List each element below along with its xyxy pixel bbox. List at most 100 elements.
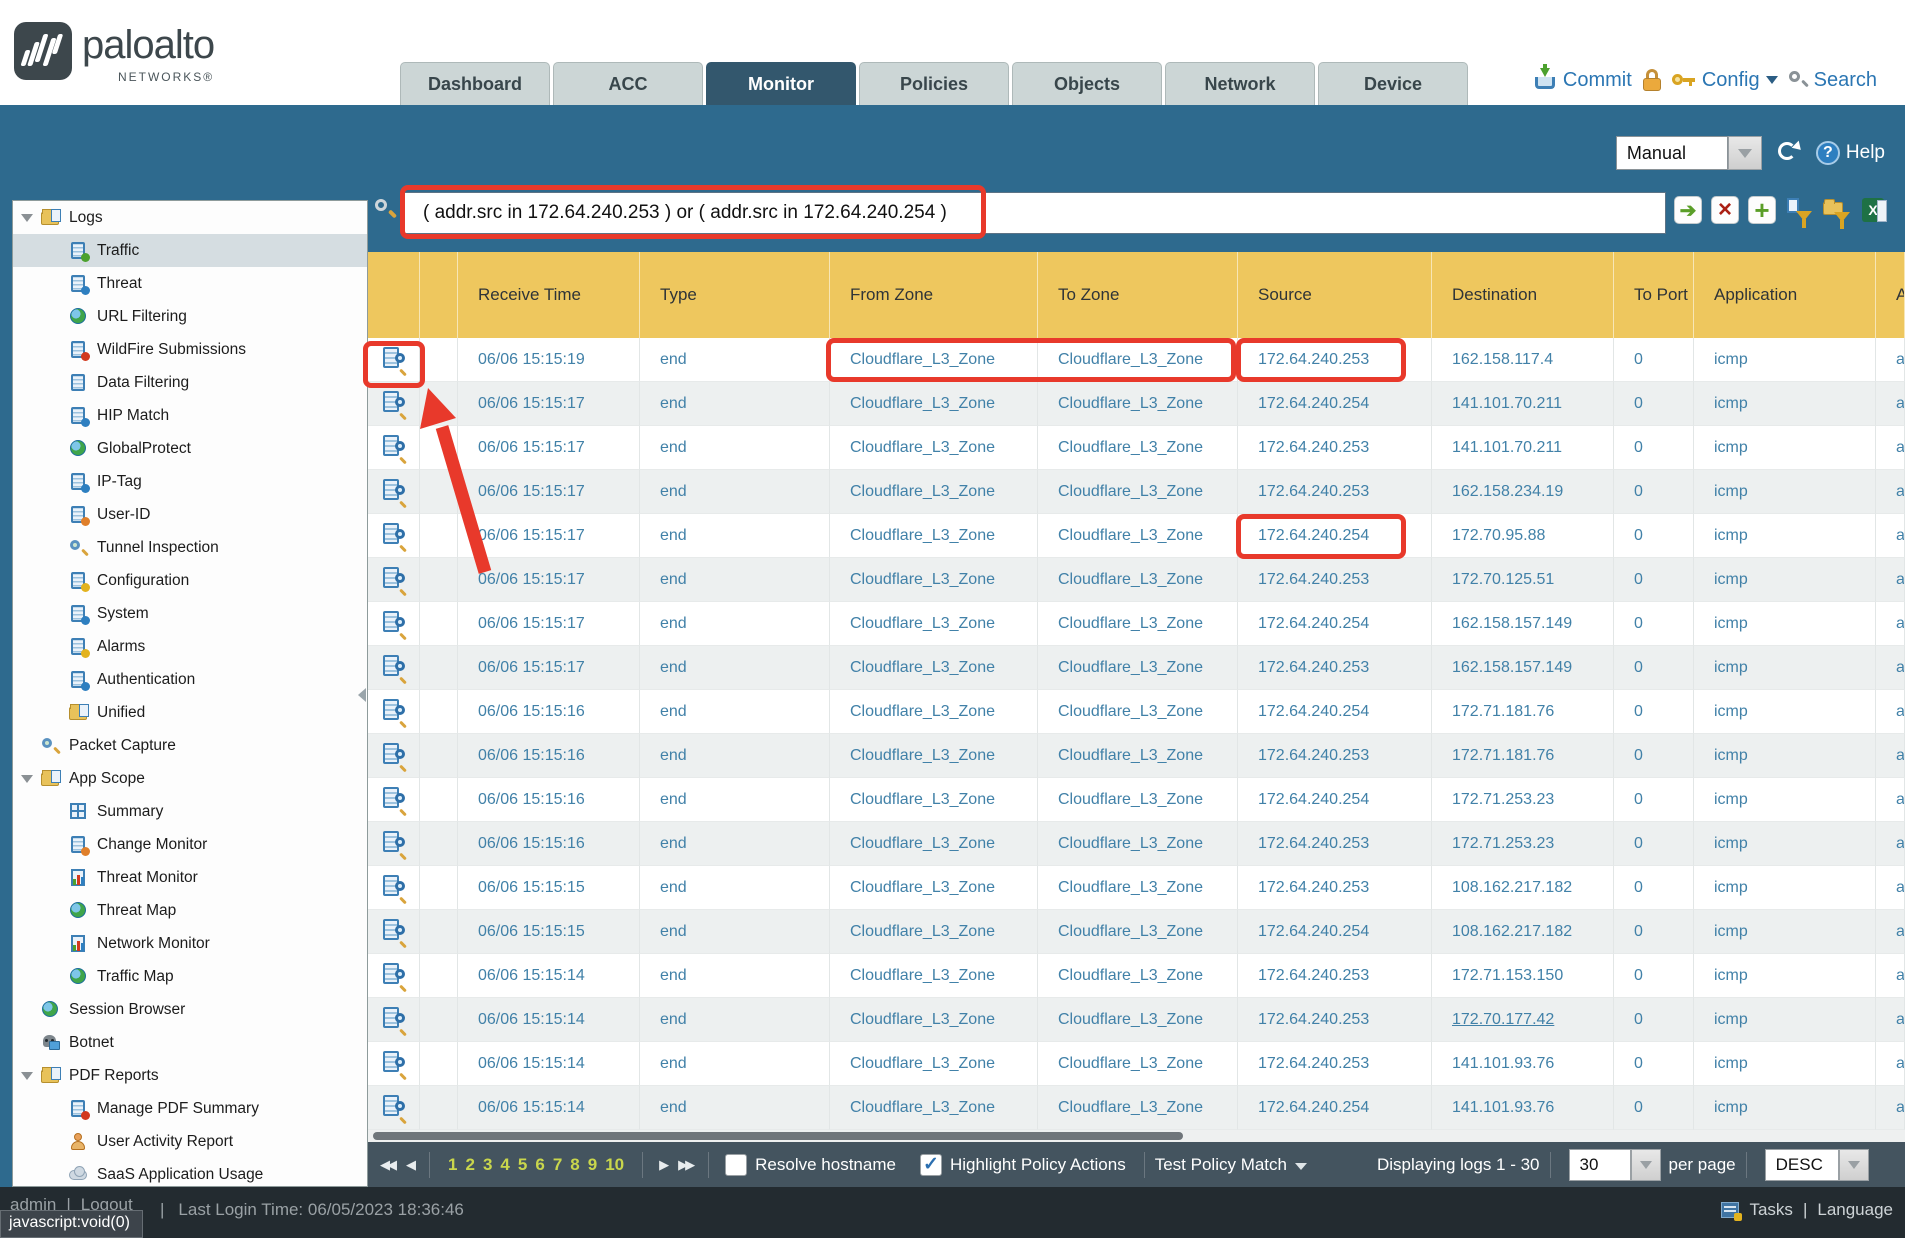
tasks-button[interactable]: Tasks (1749, 1200, 1792, 1220)
tab-monitor[interactable]: Monitor (706, 62, 856, 105)
sidebar-item-network-monitor[interactable]: Network Monitor (13, 927, 367, 960)
per-page-dropdown-button[interactable] (1631, 1149, 1661, 1181)
first-page-button[interactable]: ◀◀ (380, 1157, 394, 1173)
cell-detail[interactable] (368, 822, 420, 866)
page-number-1[interactable]: 1 (448, 1155, 457, 1175)
horizontal-scrollbar[interactable] (368, 1130, 1905, 1142)
log-detail-magnifier-icon[interactable] (383, 347, 405, 373)
log-detail-magnifier-icon[interactable] (383, 567, 405, 593)
cell-source[interactable]: 172.64.240.253 (1238, 338, 1432, 382)
log-detail-magnifier-icon[interactable] (383, 1051, 405, 1077)
expand-triangle-icon[interactable] (21, 214, 33, 222)
cell-detail[interactable] (368, 1042, 420, 1086)
cell-detail[interactable] (368, 338, 420, 382)
cell-detail[interactable] (368, 954, 420, 998)
sidebar-item-packet-capture[interactable]: Packet Capture (13, 729, 367, 762)
next-page-button[interactable]: ▶ (659, 1157, 666, 1173)
cell-destination[interactable]: 172.71.253.23 (1432, 778, 1614, 822)
expand-triangle-icon[interactable] (21, 1072, 33, 1080)
sidebar-item-configuration[interactable]: Configuration (13, 564, 367, 597)
cell-detail[interactable] (368, 514, 420, 558)
saved-filters-button[interactable] (1822, 196, 1850, 224)
cell-destination[interactable]: 172.70.177.42 (1432, 998, 1614, 1042)
cell-detail[interactable] (368, 470, 420, 514)
log-detail-magnifier-icon[interactable] (383, 699, 405, 725)
sidebar-item-wildfire-submissions[interactable]: WildFire Submissions (13, 333, 367, 366)
highlight-policy-actions-checkbox[interactable]: ✓ (920, 1154, 942, 1176)
cell-destination[interactable]: 172.70.95.88 (1432, 514, 1614, 558)
cell-destination[interactable]: 162.158.157.149 (1432, 602, 1614, 646)
cell-source[interactable]: 172.64.240.254 (1238, 778, 1432, 822)
cell-source[interactable]: 172.64.240.253 (1238, 426, 1432, 470)
test-policy-match-button[interactable]: Test Policy Match (1155, 1155, 1307, 1175)
sidebar-item-globalprotect[interactable]: GlobalProtect (13, 432, 367, 465)
refresh-icon[interactable] (1776, 140, 1802, 166)
sidebar-item-change-monitor[interactable]: Change Monitor (13, 828, 367, 861)
sidebar-item-manage-pdf-summary[interactable]: Manage PDF Summary (13, 1092, 367, 1125)
sidebar-item-pdf-reports[interactable]: PDF Reports (13, 1059, 367, 1092)
resolve-hostname-checkbox[interactable] (725, 1154, 747, 1176)
column-header-source[interactable]: Source (1238, 252, 1432, 338)
page-number-8[interactable]: 8 (570, 1155, 579, 1175)
column-header-application[interactable]: Application (1694, 252, 1876, 338)
sidebar-item-botnet[interactable]: Botnet (13, 1026, 367, 1059)
column-header-from-zone[interactable]: From Zone (830, 252, 1038, 338)
log-detail-magnifier-icon[interactable] (383, 875, 405, 901)
log-detail-magnifier-icon[interactable] (383, 831, 405, 857)
apply-filter-button[interactable]: ➔ (1674, 196, 1702, 224)
log-detail-magnifier-icon[interactable] (383, 919, 405, 945)
expand-triangle-icon[interactable] (21, 775, 33, 783)
cell-destination[interactable]: 141.101.70.211 (1432, 382, 1614, 426)
page-number-4[interactable]: 4 (500, 1155, 509, 1175)
cell-detail[interactable] (368, 646, 420, 690)
sidebar-item-ip-tag[interactable]: IP-Tag (13, 465, 367, 498)
log-detail-magnifier-icon[interactable] (383, 435, 405, 461)
sidebar-item-unified[interactable]: Unified (13, 696, 367, 729)
cell-destination[interactable]: 172.71.181.76 (1432, 734, 1614, 778)
log-detail-magnifier-icon[interactable] (383, 1095, 405, 1121)
sidebar-item-data-filtering[interactable]: Data Filtering (13, 366, 367, 399)
commit-button[interactable]: Commit (1533, 68, 1632, 92)
sidebar-collapse-handle[interactable] (358, 688, 366, 702)
sidebar-item-alarms[interactable]: Alarms (13, 630, 367, 663)
cell-detail[interactable] (368, 866, 420, 910)
sidebar-item-traffic-map[interactable]: Traffic Map (13, 960, 367, 993)
cell-source[interactable]: 172.64.240.254 (1238, 602, 1432, 646)
last-page-button[interactable]: ▶▶ (678, 1157, 692, 1173)
sidebar-item-saas-application-usage[interactable]: SaaS Application Usage (13, 1158, 367, 1187)
sidebar-item-user-activity-report[interactable]: User Activity Report (13, 1125, 367, 1158)
cell-destination[interactable]: 172.71.153.150 (1432, 954, 1614, 998)
help-button[interactable]: ? Help (1816, 141, 1885, 165)
tab-network[interactable]: Network (1165, 62, 1315, 105)
column-header-to-port[interactable]: To Port (1614, 252, 1694, 338)
page-number-2[interactable]: 2 (465, 1155, 474, 1175)
log-detail-magnifier-icon[interactable] (383, 963, 405, 989)
cell-source[interactable]: 172.64.240.253 (1238, 822, 1432, 866)
tab-acc[interactable]: ACC (553, 62, 703, 105)
cell-detail[interactable] (368, 734, 420, 778)
cell-source[interactable]: 172.64.240.253 (1238, 866, 1432, 910)
cell-detail[interactable] (368, 778, 420, 822)
log-detail-magnifier-icon[interactable] (383, 611, 405, 637)
sort-order-select[interactable]: DESC (1765, 1149, 1869, 1181)
sidebar-item-threat[interactable]: Threat (13, 267, 367, 300)
language-button[interactable]: Language (1817, 1200, 1893, 1220)
cell-source[interactable]: 172.64.240.254 (1238, 382, 1432, 426)
sidebar-item-traffic[interactable]: Traffic (13, 234, 367, 267)
cell-destination[interactable]: 108.162.217.182 (1432, 910, 1614, 954)
sidebar-item-summary[interactable]: Summary (13, 795, 367, 828)
cell-source[interactable]: 172.64.240.254 (1238, 1086, 1432, 1130)
sort-order-dropdown-button[interactable] (1839, 1149, 1869, 1181)
sidebar-item-system[interactable]: System (13, 597, 367, 630)
scrollbar-thumb[interactable] (373, 1132, 1183, 1140)
page-number-7[interactable]: 7 (553, 1155, 562, 1175)
clear-filter-button[interactable]: × (1711, 196, 1739, 224)
cell-source[interactable]: 172.64.240.253 (1238, 998, 1432, 1042)
page-number-6[interactable]: 6 (535, 1155, 544, 1175)
cell-destination[interactable]: 172.70.125.51 (1432, 558, 1614, 602)
page-number-5[interactable]: 5 (518, 1155, 527, 1175)
sidebar-item-hip-match[interactable]: HIP Match (13, 399, 367, 432)
sidebar-item-session-browser[interactable]: Session Browser (13, 993, 367, 1026)
cell-detail[interactable] (368, 1086, 420, 1130)
cell-source[interactable]: 172.64.240.253 (1238, 470, 1432, 514)
